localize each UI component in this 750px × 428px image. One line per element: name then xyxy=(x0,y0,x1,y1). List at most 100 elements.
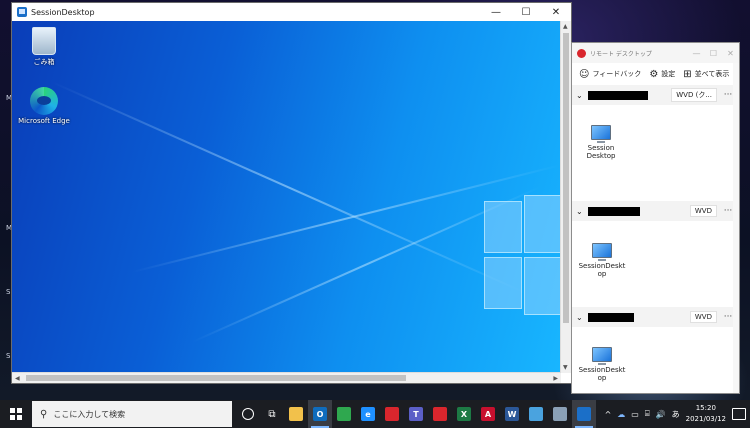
clock-date: 2021/03/12 xyxy=(685,415,726,423)
scroll-left-icon[interactable]: ◀ xyxy=(15,375,20,382)
settings-label: 設定 xyxy=(661,70,676,78)
session-titlebar[interactable]: SessionDesktop — ☐ ✕ xyxy=(12,3,571,22)
feedback-button[interactable]: ☺ フィードバック xyxy=(576,69,644,80)
taskbar-app-button[interactable] xyxy=(284,400,308,428)
redacted-workspace-name xyxy=(588,90,648,100)
taskbar-app-button[interactable]: e xyxy=(356,400,380,428)
redacted-workspace-name xyxy=(588,312,634,322)
horizontal-scrollbar[interactable]: ◀ ▶ xyxy=(12,372,561,383)
recycle-bin-icon xyxy=(32,27,56,55)
internet-explorer-icon: e xyxy=(361,407,375,421)
volume-icon[interactable]: 🔊 xyxy=(656,410,666,419)
chrome-icon xyxy=(337,407,351,421)
tile-view-button[interactable]: ⊞ 並べて表示 xyxy=(680,69,732,80)
workspace-group-header[interactable]: ⌄ WVD ··· xyxy=(572,307,739,327)
remote-desktop-app-icon xyxy=(577,48,586,58)
start-button[interactable] xyxy=(0,400,32,428)
workspace-group-body: SessionDesktop xyxy=(572,221,739,307)
taskbar-search-box[interactable]: ⚲ ここに入力して検索 xyxy=(32,401,232,427)
taskbar-app-button[interactable] xyxy=(572,400,596,428)
taskbar-app-button[interactable]: A xyxy=(476,400,500,428)
rd-toolbar: ☺ フィードバック ⚙ 設定 ⊞ 並べて表示 xyxy=(572,63,739,85)
notification-center-icon[interactable] xyxy=(732,408,746,420)
clock[interactable]: 15:20 2021/03/12 xyxy=(686,403,726,425)
windows-logo-wallpaper xyxy=(484,195,561,315)
chevron-down-icon[interactable]: ⌄ xyxy=(576,207,584,216)
cortana-button[interactable] xyxy=(236,400,260,428)
workspace-group-body: SessionDesktop xyxy=(572,327,739,393)
taskbar-app-button[interactable] xyxy=(548,400,572,428)
vertical-scrollbar[interactable]: ▲ ▼ xyxy=(560,21,571,373)
taskbar-app-button[interactable]: X xyxy=(452,400,476,428)
wallpaper-ray xyxy=(51,81,528,295)
shield-icon xyxy=(433,407,447,421)
battery-icon[interactable]: ▭ xyxy=(631,410,639,419)
chevron-down-icon[interactable]: ⌄ xyxy=(576,91,584,100)
acrobat-icon: A xyxy=(481,407,495,421)
rd-scrollbar[interactable] xyxy=(733,63,739,393)
edge-label: Microsoft Edge xyxy=(18,117,70,125)
resource-tile-session-desktop[interactable]: SessionDesktop xyxy=(577,243,627,278)
word-icon: W xyxy=(505,407,519,421)
session-desktop-app-icon xyxy=(17,7,27,17)
taskbar-app-button[interactable] xyxy=(380,400,404,428)
tray-overflow-chevron-icon[interactable]: ^ xyxy=(605,410,612,419)
taskbar-app-button[interactable]: W xyxy=(500,400,524,428)
taskbar-app-button[interactable] xyxy=(428,400,452,428)
recycle-bin-shortcut[interactable]: ごみ箱 xyxy=(16,27,72,67)
rd-close-button[interactable]: ✕ xyxy=(722,49,739,58)
teams-icon: T xyxy=(409,407,423,421)
chevron-down-icon[interactable]: ⌄ xyxy=(576,313,584,322)
minimize-button[interactable]: — xyxy=(481,3,511,21)
taskbar-app-button[interactable] xyxy=(332,400,356,428)
scroll-up-icon[interactable]: ▲ xyxy=(563,23,568,30)
scroll-right-icon[interactable]: ▶ xyxy=(553,375,558,382)
gear-icon: ⚙ xyxy=(649,68,659,80)
session-desktop-icon xyxy=(577,407,591,421)
edge-shortcut[interactable]: Microsoft Edge xyxy=(16,87,72,125)
excel-icon: X xyxy=(457,407,471,421)
network-icon[interactable]: ⌸ xyxy=(645,409,650,419)
close-button[interactable]: ✕ xyxy=(541,3,571,21)
resource-tile-session-desktop[interactable]: SessionDesktop xyxy=(577,347,627,382)
taskbar-pinned-apps: Oe T XAW xyxy=(284,400,596,428)
vertical-scroll-thumb[interactable] xyxy=(563,33,569,323)
tools-icon xyxy=(553,407,567,421)
resource-label: Session Desktop xyxy=(586,144,616,160)
scroll-down-icon[interactable]: ▼ xyxy=(563,364,568,371)
system-tray: ^ ☁ ▭ ⌸ 🔊 あ 15:20 2021/03/12 xyxy=(605,403,750,425)
rd-titlebar[interactable]: リモート デスクトップ — ☐ ✕ xyxy=(572,43,739,63)
host-desktop-label: S xyxy=(6,352,11,360)
ime-mode-indicator[interactable]: あ xyxy=(672,409,680,420)
monitor-icon xyxy=(592,243,612,261)
search-icon: ⚲ xyxy=(40,408,48,420)
windows-start-icon xyxy=(10,408,22,420)
monitor-icon xyxy=(591,125,611,143)
horizontal-scroll-thumb[interactable] xyxy=(26,375,406,381)
monitor-icon xyxy=(592,347,612,365)
session-desktop-window[interactable]: SessionDesktop — ☐ ✕ ごみ箱 Microsoft Edge … xyxy=(11,2,572,384)
onedrive-icon[interactable]: ☁ xyxy=(617,410,625,419)
taskbar: ⚲ ここに入力して検索 ⧉ Oe T XAW ^ ☁ ▭ ⌸ 🔊 あ 15:20 2… xyxy=(0,400,750,428)
grid-icon: ⊞ xyxy=(683,68,692,80)
workspace-group-header[interactable]: ⌄ WVD (ク... ··· xyxy=(572,85,739,105)
tile-view-label: 並べて表示 xyxy=(694,70,730,78)
workspace-tag: WVD xyxy=(689,205,717,217)
taskbar-app-button[interactable]: O xyxy=(308,400,332,428)
settings-button[interactable]: ⚙ 設定 xyxy=(646,69,678,80)
taskbar-app-button[interactable]: T xyxy=(404,400,428,428)
remote-desktop-client-window[interactable]: リモート デスクトップ — ☐ ✕ ☺ フィードバック ⚙ 設定 ⊞ 並べて表示… xyxy=(571,42,740,394)
rd-maximize-button[interactable]: ☐ xyxy=(705,49,722,58)
workspace-tag: WVD xyxy=(689,311,717,323)
taskbar-app-button[interactable] xyxy=(524,400,548,428)
feedback-label: フィードバック xyxy=(592,70,642,78)
rd-minimize-button[interactable]: — xyxy=(688,49,705,58)
remote-desktop-surface[interactable]: ごみ箱 Microsoft Edge xyxy=(12,21,561,373)
resource-tile-session-desktop[interactable]: Session Desktop xyxy=(576,125,626,160)
maximize-button[interactable]: ☐ xyxy=(511,3,541,21)
resource-label: SessionDesktop xyxy=(578,262,626,278)
workspace-group-header[interactable]: ⌄ WVD ··· xyxy=(572,201,739,221)
task-view-button[interactable]: ⧉ xyxy=(260,400,284,428)
clock-time: 15:20 xyxy=(695,404,716,412)
resource-label: SessionDesktop xyxy=(578,366,626,382)
